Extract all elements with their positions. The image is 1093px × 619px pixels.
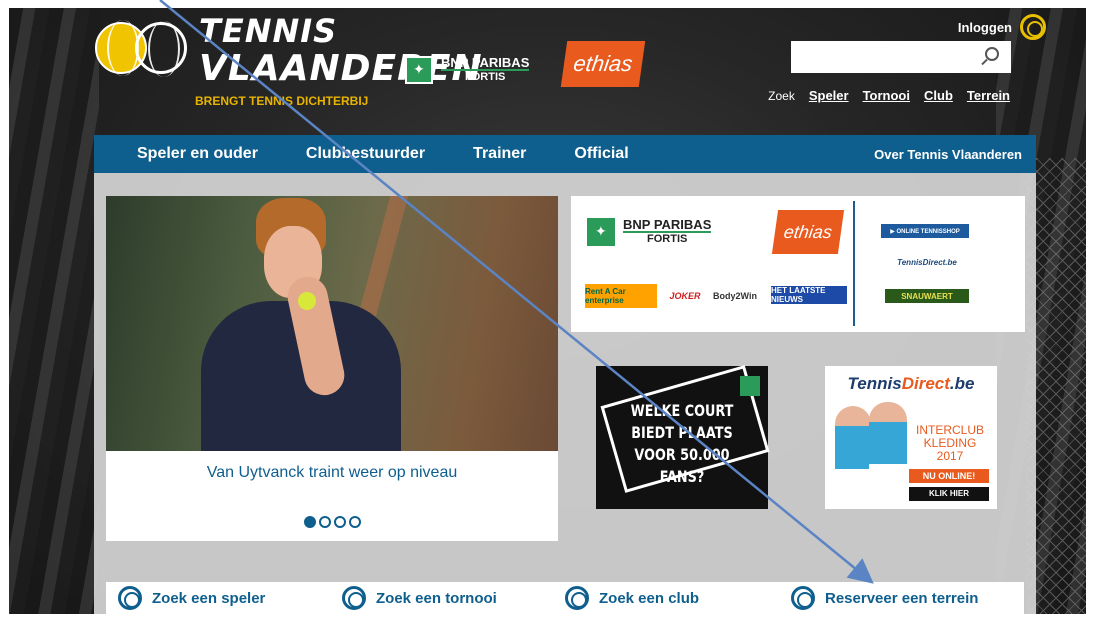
quick-link-club[interactable]: Zoek een club <box>565 586 699 610</box>
slider-photo[interactable] <box>106 196 558 451</box>
ad-td-cta-button[interactable]: KLIK HIER <box>909 487 989 501</box>
quick-link-terrein[interactable]: Reserveer een terrein <box>791 586 978 610</box>
logo-text-line1: TENNIS <box>199 12 338 50</box>
logo-tagline: BRENGT TENNIS DICHTERBIJ <box>195 94 369 108</box>
quick-link-label: Zoek een club <box>599 589 700 607</box>
ad-td-logo-c: .be <box>949 374 975 393</box>
slider-dot-4[interactable] <box>348 516 361 528</box>
target-ring-icon <box>565 586 589 610</box>
search-button[interactable] <box>979 44 1005 70</box>
slider-dot-2[interactable] <box>318 516 331 528</box>
slider-dot-3[interactable] <box>333 516 346 528</box>
search-link-tornooi[interactable]: Tornooi <box>863 88 910 103</box>
background-crowd-left <box>9 8 99 614</box>
nav-item-official[interactable]: Official <box>550 145 652 163</box>
photo-tennis-ball <box>298 292 316 310</box>
main-nav: Speler en ouder Clubbestuurder Trainer O… <box>94 135 1036 173</box>
sponsor-bnp-name: BNP PARIBAS <box>623 217 712 233</box>
bnp-sub: FORTIS <box>465 71 506 83</box>
sponsor-rent-a-car[interactable]: Rent A Car enterprise <box>585 284 657 308</box>
search-link-club[interactable]: Club <box>924 88 953 103</box>
white-ball-icon <box>135 21 187 77</box>
ad-model-female <box>835 406 871 496</box>
target-ring-icon <box>342 586 366 610</box>
quick-link-label: Reserveer een terrein <box>825 589 979 607</box>
login-link[interactable]: Inloggen <box>958 14 1046 40</box>
ad-td-logo-a: Tennis <box>847 374 902 393</box>
sponsor-bnp-sub: FORTIS <box>647 233 688 245</box>
news-slider[interactable]: Van Uytvanck traint weer op niveau <box>106 196 558 541</box>
nav-item-speler-en-ouder[interactable]: Speler en ouder <box>94 145 282 163</box>
sponsor-divider <box>853 201 855 326</box>
login-label: Inloggen <box>957 19 1012 35</box>
content-panel: Van Uytvanck traint weer op niveau BNP P… <box>94 173 1036 614</box>
slider-dot-1[interactable] <box>303 516 316 528</box>
site-logo[interactable]: TENNIS VLAANDEREN BRENGT TENNIS DICHTERB… <box>95 12 482 112</box>
search-link-terrein[interactable]: Terrein <box>967 88 1010 103</box>
header-sponsor-bnp[interactable]: BNP PARIBAS FORTIS <box>405 55 530 84</box>
ad-td-online: NU ONLINE! <box>909 469 989 483</box>
search-zoek-label: Zoek <box>768 89 795 103</box>
sponsor-ethias[interactable]: ethias <box>771 210 845 254</box>
sponsor-block: BNP PARIBAS FORTIS ethias Rent A Car ent… <box>571 196 1025 332</box>
ad-td-copy: INTERCLUB KLEDING 2017 <box>915 423 984 463</box>
ad-td-logo-b: Direct <box>901 374 950 393</box>
quick-links-bar: Zoek een speler Zoek een tornooi Zoek ee… <box>106 582 1024 614</box>
target-ring-icon <box>118 586 142 610</box>
target-ring-icon <box>791 586 815 610</box>
ad-model-male <box>869 402 907 502</box>
ad-tennisdirect-banner[interactable]: TennisDirect.be INTERCLUB KLEDING 2017 N… <box>825 366 997 509</box>
page-frame: TENNIS VLAANDEREN BRENGT TENNIS DICHTERB… <box>9 8 1086 614</box>
slider-dots <box>106 516 558 528</box>
search-icon <box>985 47 999 61</box>
sponsor-joker[interactable]: JOKER <box>661 284 709 308</box>
quick-link-label: Zoek een tornooi <box>376 589 497 607</box>
sponsor-online-shop[interactable]: ▶ ONLINE TENNISSHOP <box>881 224 969 238</box>
nav-item-clubbestuurder[interactable]: Clubbestuurder <box>282 145 449 163</box>
header-sponsor-ethias[interactable]: ethias <box>560 41 646 87</box>
bnp-star-icon <box>740 376 760 396</box>
quick-link-tornooi[interactable]: Zoek een tornooi <box>342 586 497 610</box>
quick-link-label: Zoek een speler <box>152 589 266 607</box>
search-input[interactable] <box>791 41 1011 73</box>
nav-item-trainer[interactable]: Trainer <box>449 145 550 163</box>
search-link-speler[interactable]: Speler <box>809 88 849 103</box>
sponsor-bnp[interactable]: BNP PARIBAS FORTIS <box>587 217 712 246</box>
sponsor-body2win[interactable]: Body2Win <box>703 284 767 308</box>
nav-item-over-tennis-vlaanderen[interactable]: Over Tennis Vlaanderen <box>850 147 1036 162</box>
ad-td-logo: TennisDirect.be <box>825 374 997 394</box>
sponsor-snauwaert[interactable]: SNAUWAERT <box>885 289 969 303</box>
sponsor-hln[interactable]: HET LAATSTE NIEUWS <box>771 286 847 304</box>
bnp-name: BNP PARIBAS <box>441 55 530 71</box>
bnp-star-icon <box>587 218 615 246</box>
ad-court-text: WELKE COURT BIEDT PLAATS VOOR 50.000 FAN… <box>630 401 734 486</box>
login-ring-icon <box>1020 14 1046 40</box>
ad-court-banner[interactable]: WELKE COURT BIEDT PLAATS VOOR 50.000 FAN… <box>596 365 770 509</box>
sponsor-tennisdirect[interactable]: TennisDirect.be <box>887 254 967 270</box>
search-scope-links: Zoek Speler Tornooi Club Terrein <box>768 88 1010 103</box>
slider-caption[interactable]: Van Uytvanck traint weer op niveau <box>106 464 558 482</box>
bnp-star-icon <box>405 56 433 84</box>
quick-link-speler[interactable]: Zoek een speler <box>118 586 265 610</box>
